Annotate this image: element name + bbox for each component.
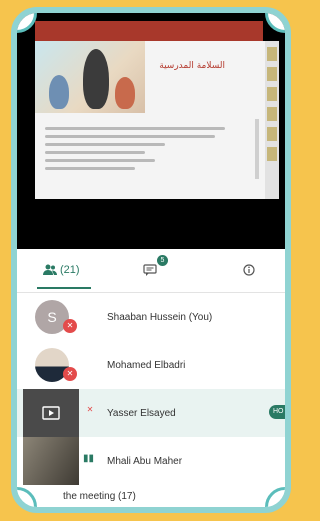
- speaking-icon: ▮▮: [83, 453, 95, 464]
- chat-icon: [143, 264, 157, 276]
- participant-list: S ✕ Shaaban Hussein (You) ✕ Mohamed Elba…: [17, 293, 285, 485]
- participant-name: Mohamed Elbadri: [107, 359, 186, 371]
- phone-frame: السلامة المدرسية (21) 5 S ✕ Shaaban Huss…: [11, 7, 291, 513]
- slide-illustration: [35, 41, 145, 113]
- participant-name: Shaaban Hussein (You): [107, 311, 213, 323]
- presentation-header-bar: [35, 21, 263, 41]
- active-tab-indicator: [37, 287, 91, 289]
- shared-screen-view[interactable]: السلامة المدرسية: [17, 13, 285, 249]
- chat-badge: 5: [157, 255, 168, 266]
- tab-people[interactable]: (21): [37, 257, 91, 289]
- frame-corner: [265, 487, 285, 507]
- participant-name: Yasser Elsayed: [107, 407, 176, 419]
- people-count: (21): [60, 264, 80, 276]
- people-icon: [43, 264, 57, 275]
- participant-row[interactable]: S ✕ Shaaban Hussein (You): [17, 293, 285, 341]
- screen-share-thumbnail: [23, 389, 79, 437]
- mic-muted-icon: ✕: [86, 405, 94, 414]
- slide-scrollbar: [255, 119, 259, 179]
- tab-info[interactable]: [243, 257, 255, 283]
- slide-text-lines: [45, 127, 235, 175]
- presentation-slide: السلامة المدرسية: [35, 41, 279, 199]
- participant-row[interactable]: ✕ Mohamed Elbadri: [17, 341, 285, 389]
- frame-corner: [17, 487, 37, 507]
- tab-chat[interactable]: 5: [143, 255, 168, 283]
- video-thumbnail: [23, 437, 79, 485]
- presenter-badge: HO: [269, 405, 285, 419]
- mic-muted-icon: ✕: [63, 367, 77, 381]
- screen-share-icon: [42, 406, 60, 420]
- info-icon: [243, 264, 255, 276]
- mic-muted-icon: ✕: [63, 319, 77, 333]
- participant-row[interactable]: ▮▮ Mhali Abu Maher: [17, 437, 285, 485]
- meeting-tabs: (21) 5: [17, 249, 285, 293]
- section-header: the meeting (17): [63, 491, 136, 502]
- slide-title: السلامة المدرسية: [159, 61, 225, 71]
- slide-thumbnails[interactable]: [265, 41, 279, 199]
- participant-row[interactable]: ✕ Yasser Elsayed HO: [17, 389, 285, 437]
- participant-name: Mhali Abu Maher: [107, 455, 183, 467]
